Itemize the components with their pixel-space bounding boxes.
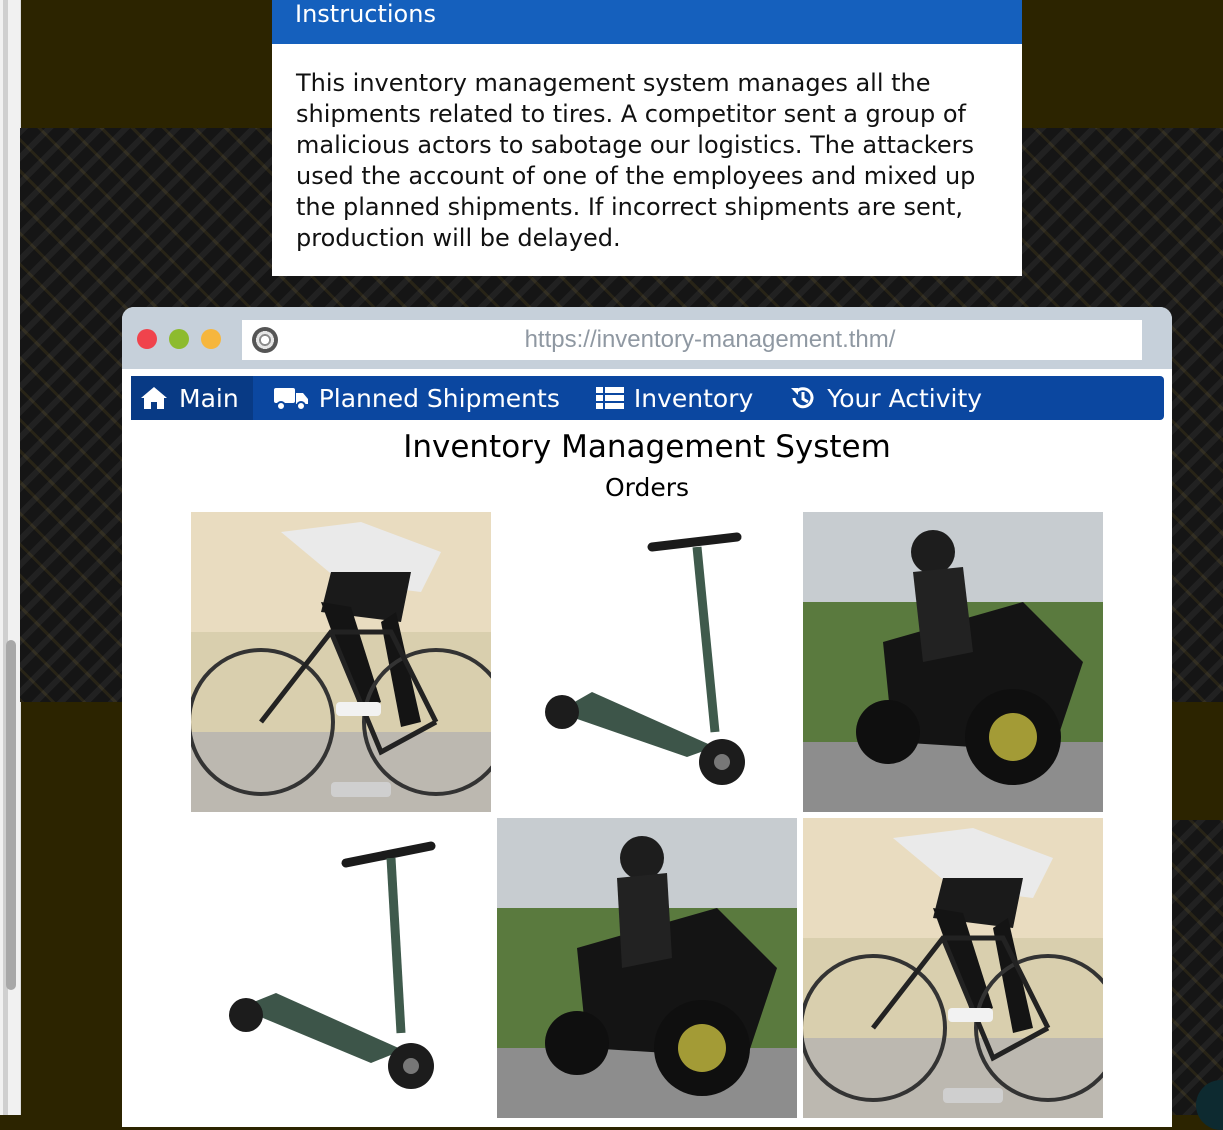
browser-titlebar: https://inventory-management.thm/ [122,307,1172,369]
nav-main-label: Main [179,383,239,413]
nav-your-activity[interactable]: Your Activity [767,376,996,420]
main-navbar: Main Planned Shipments Inventory Your Ac… [131,376,1164,420]
list-icon [595,387,624,409]
order-image-bicycle[interactable] [191,512,491,812]
order-image-scooter[interactable] [191,818,491,1118]
tire-icon [252,327,278,353]
tire-tracks-background-lower [1172,820,1223,1115]
instructions-panel: Instructions This inventory management s… [272,0,1022,276]
order-image-motorcycle[interactable] [803,512,1103,812]
maximize-window-button[interactable] [169,329,189,349]
truck-icon [273,388,308,411]
instructions-heading: Instructions [272,0,1022,44]
nav-planned-shipments-label: Planned Shipments [318,383,560,413]
order-image-motorcycle[interactable] [497,818,797,1118]
nav-inventory[interactable]: Inventory [574,376,767,420]
nav-main[interactable]: Main [131,376,253,420]
order-image-bicycle[interactable] [803,818,1103,1118]
scrollbar-thumb[interactable] [6,640,16,990]
orders-heading: Orders [604,473,690,502]
history-icon [791,387,814,409]
browser-window: https://inventory-management.thm/ Main P… [122,307,1172,1127]
order-image-scooter[interactable] [497,512,797,812]
nav-planned-shipments[interactable]: Planned Shipments [253,376,574,420]
orders-grid [191,512,1109,1118]
nav-inventory-label: Inventory [633,383,754,413]
page-title: Inventory Management System [403,429,891,465]
minimize-window-button[interactable] [201,329,221,349]
close-window-button[interactable] [137,329,157,349]
nav-your-activity-label: Your Activity [827,383,983,413]
instructions-text: This inventory management system manages… [296,69,976,252]
page-scrollbar[interactable] [0,0,21,1115]
url-text: https://inventory-management.thm/ [524,326,896,353]
home-icon [141,387,167,409]
address-bar[interactable]: https://inventory-management.thm/ [242,320,1142,360]
